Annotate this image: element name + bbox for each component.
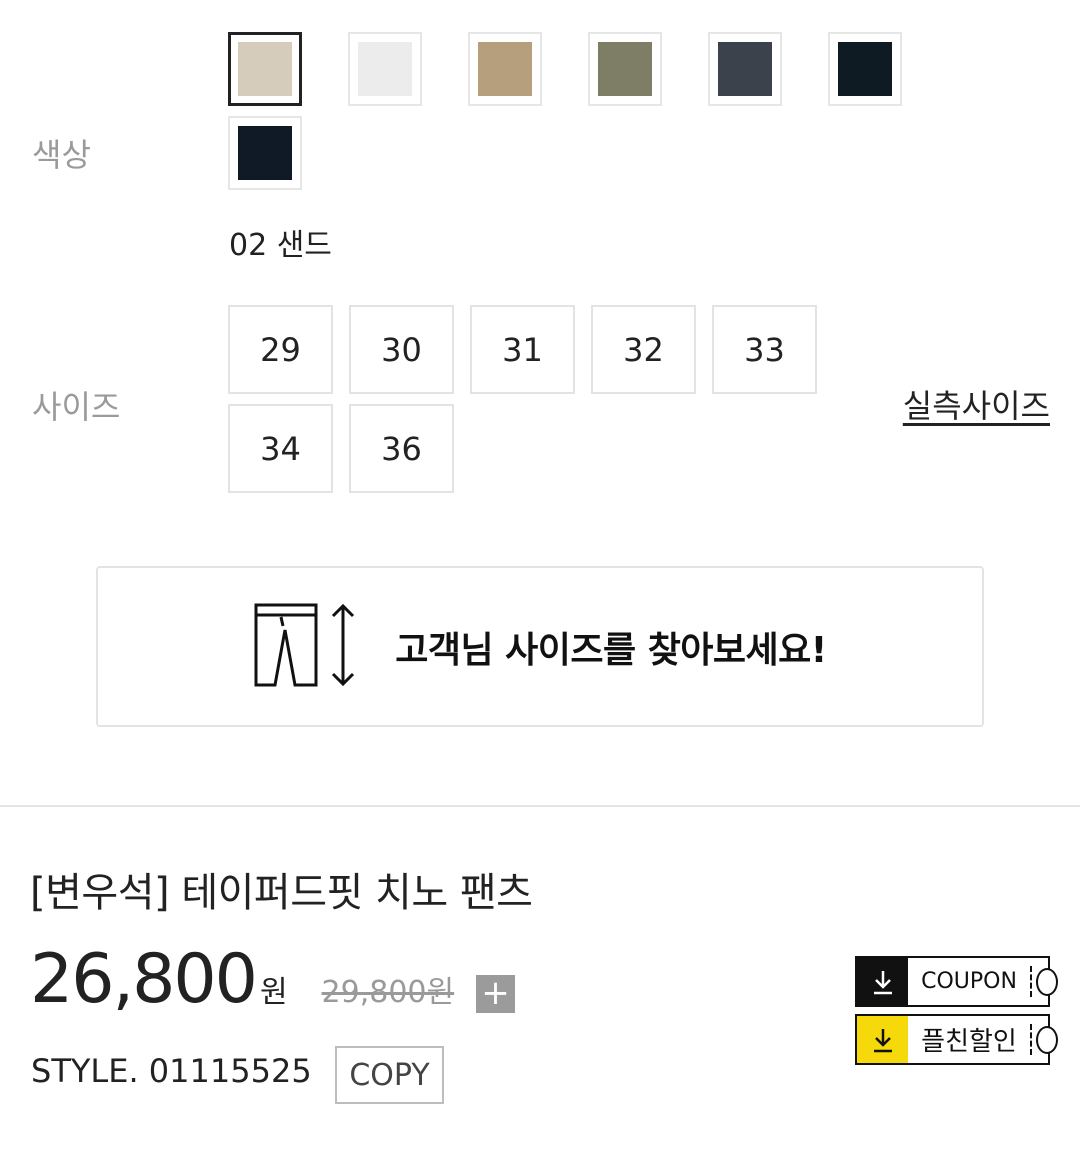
color-swatch-1[interactable]: [228, 32, 302, 106]
size-option-29[interactable]: 29: [228, 305, 333, 394]
currency-unit: 원: [259, 975, 288, 1010]
size-option-34[interactable]: 34: [228, 404, 333, 493]
size-finder-text: 고객님 사이즈를 찾아보세요!: [395, 629, 827, 671]
download-icon: [857, 1016, 908, 1063]
size-option-32[interactable]: 32: [591, 305, 696, 394]
color-swatch-2[interactable]: [348, 32, 422, 106]
color-swatch-3[interactable]: [468, 32, 542, 106]
size-chart-link[interactable]: 실측사이즈: [903, 381, 1050, 427]
pants-icon: [253, 602, 319, 692]
coupon-label-area: 플친할인: [908, 1016, 1058, 1063]
selected-color-name: 02 샌드: [229, 228, 332, 263]
color-chip: [598, 42, 652, 96]
price-row: 26,800 원 29,800원: [30, 940, 454, 1019]
size-option-36[interactable]: 36: [349, 404, 454, 493]
ticket-perforation: [1030, 1024, 1032, 1055]
coupon-download-button-1[interactable]: COUPON: [855, 956, 1058, 1007]
size-option-31[interactable]: 31: [470, 305, 575, 394]
size-option-33[interactable]: 33: [712, 305, 817, 394]
price-detail-plus-button[interactable]: +: [476, 975, 515, 1013]
size-finder-button[interactable]: 고객님 사이즈를 찾아보세요!: [96, 566, 984, 727]
sale-price: 26,800: [30, 940, 258, 1019]
size-option-30[interactable]: 30: [349, 305, 454, 394]
coupon-label: 플친할인: [921, 1027, 1017, 1057]
original-price: 29,800원: [321, 975, 455, 1010]
color-label: 색상: [32, 136, 91, 174]
copy-style-button[interactable]: COPY: [335, 1046, 444, 1104]
color-chip: [478, 42, 532, 96]
color-swatch-4[interactable]: [588, 32, 662, 106]
coupon-label: COUPON: [921, 969, 1017, 994]
size-label: 사이즈: [32, 388, 121, 426]
product-title: [변우석] 테이퍼드핏 치노 팬츠: [30, 870, 533, 916]
section-divider: [0, 805, 1080, 807]
ticket-perforation: [1030, 966, 1032, 997]
download-icon: [857, 958, 908, 1005]
color-chip: [718, 42, 772, 96]
resize-arrow-icon: [329, 602, 357, 692]
style-number: STYLE. 01115525: [31, 1052, 312, 1090]
color-chip: [838, 42, 892, 96]
coupon-download-button-2[interactable]: 플친할인: [855, 1014, 1058, 1065]
color-swatch-5[interactable]: [708, 32, 782, 106]
color-swatch-7[interactable]: [228, 116, 302, 190]
color-chip: [358, 42, 412, 96]
ticket-notch: [1036, 1026, 1058, 1054]
color-swatch-6[interactable]: [828, 32, 902, 106]
color-chip: [238, 42, 292, 96]
coupon-label-area: COUPON: [908, 958, 1058, 1005]
ticket-notch: [1036, 968, 1058, 996]
color-chip: [238, 126, 292, 180]
